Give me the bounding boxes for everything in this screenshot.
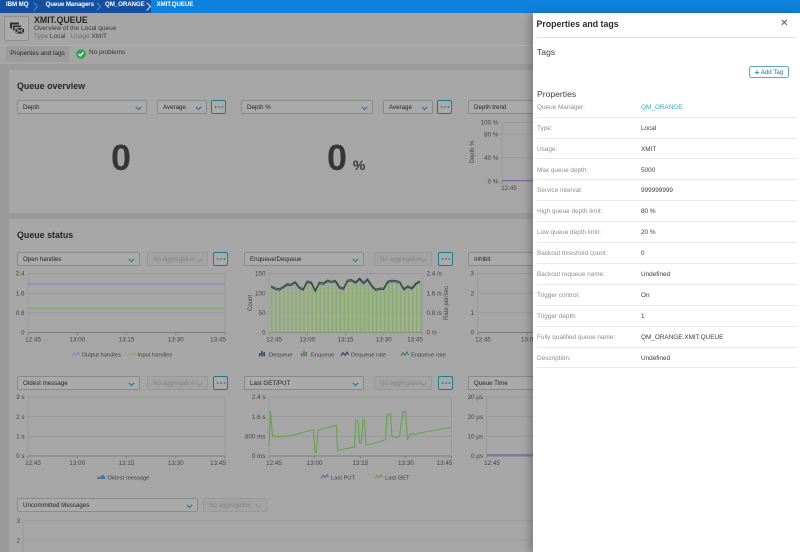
- svg-text:100 %: 100 %: [481, 120, 499, 127]
- svg-text:0: 0: [470, 330, 474, 337]
- svg-text:150: 150: [255, 271, 266, 278]
- svg-text:1.6 /s: 1.6 /s: [427, 290, 442, 297]
- svg-text:0 %: 0 %: [488, 178, 499, 185]
- svg-text:10 µs: 10 µs: [467, 434, 483, 441]
- svg-text:13:15: 13:15: [119, 460, 135, 467]
- svg-text:13:00: 13:00: [307, 460, 323, 467]
- svg-text:0 /s: 0 /s: [427, 330, 437, 337]
- svg-text:30 µs: 30 µs: [467, 394, 483, 401]
- svg-text:Count: Count: [248, 295, 254, 311]
- svg-text:12:45: 12:45: [484, 460, 500, 467]
- svg-text:3: 3: [16, 518, 20, 525]
- svg-text:13:00: 13:00: [69, 460, 85, 467]
- svg-text:40 %: 40 %: [484, 155, 499, 162]
- svg-text:Last GET: Last GET: [385, 476, 410, 482]
- svg-text:3 s: 3 s: [16, 394, 24, 401]
- svg-text:13:30: 13:30: [168, 460, 184, 467]
- svg-text:12:45: 12:45: [25, 460, 41, 467]
- svg-text:13:15: 13:15: [119, 337, 135, 344]
- svg-text:Enqueue rate: Enqueue rate: [411, 353, 446, 359]
- svg-text:800 ms: 800 ms: [245, 434, 266, 441]
- svg-text:Dequeue: Dequeue: [269, 353, 293, 359]
- svg-text:20 µs: 20 µs: [467, 414, 483, 421]
- svg-text:13:30: 13:30: [168, 337, 184, 344]
- svg-text:12:45: 12:45: [475, 337, 491, 344]
- svg-text:1.6 s: 1.6 s: [252, 414, 266, 421]
- svg-text:13:45: 13:45: [407, 337, 423, 344]
- svg-text:13:30: 13:30: [376, 337, 392, 344]
- svg-text:1.6: 1.6: [16, 290, 25, 297]
- svg-text:Input handles: Input handles: [138, 353, 173, 359]
- svg-text:13:30: 13:30: [398, 460, 414, 467]
- svg-text:0 µs: 0 µs: [471, 453, 483, 460]
- svg-text:13:0: 13:0: [521, 337, 533, 344]
- svg-text:13:45: 13:45: [210, 337, 226, 344]
- svg-text:1: 1: [470, 310, 474, 317]
- svg-text:13:15: 13:15: [338, 337, 354, 344]
- svg-text:2: 2: [16, 537, 20, 544]
- svg-text:50: 50: [258, 310, 266, 317]
- svg-text:Oldest message: Oldest message: [108, 476, 150, 482]
- svg-text:13:00: 13:00: [299, 337, 315, 344]
- svg-text:13:45: 13:45: [437, 460, 453, 467]
- svg-text:2: 2: [470, 290, 474, 297]
- svg-text:2.4 /s: 2.4 /s: [427, 271, 442, 278]
- svg-text:80 %: 80 %: [484, 131, 499, 138]
- svg-text:Rate per/sec: Rate per/sec: [444, 286, 450, 320]
- svg-text:1 s: 1 s: [16, 434, 24, 441]
- svg-text:0.8: 0.8: [16, 310, 25, 317]
- svg-text:0.8 /s: 0.8 /s: [427, 310, 442, 317]
- svg-text:13:45: 13:45: [210, 460, 226, 467]
- svg-text:Enqueue: Enqueue: [311, 353, 334, 359]
- svg-text:2.4: 2.4: [16, 271, 25, 278]
- svg-text:12:45: 12:45: [266, 460, 282, 467]
- svg-text:2.4 s: 2.4 s: [252, 394, 266, 401]
- svg-text:12:45: 12:45: [25, 337, 41, 344]
- svg-text:12:45: 12:45: [501, 185, 517, 192]
- svg-text:13:00: 13:00: [69, 337, 85, 344]
- svg-text:0 ms: 0 ms: [252, 453, 266, 460]
- svg-text:13:15: 13:15: [352, 460, 368, 467]
- svg-text:0 s: 0 s: [16, 453, 24, 460]
- svg-text:12:45: 12:45: [266, 337, 282, 344]
- svg-text:Output handles: Output handles: [82, 353, 121, 359]
- svg-text:100: 100: [255, 290, 266, 297]
- svg-text:Last PUT: Last PUT: [331, 476, 356, 482]
- svg-text:Depth %: Depth %: [470, 140, 476, 164]
- svg-text:2 s: 2 s: [16, 414, 24, 421]
- svg-text:Dequeue rate: Dequeue rate: [351, 353, 386, 359]
- svg-text:3: 3: [470, 271, 474, 278]
